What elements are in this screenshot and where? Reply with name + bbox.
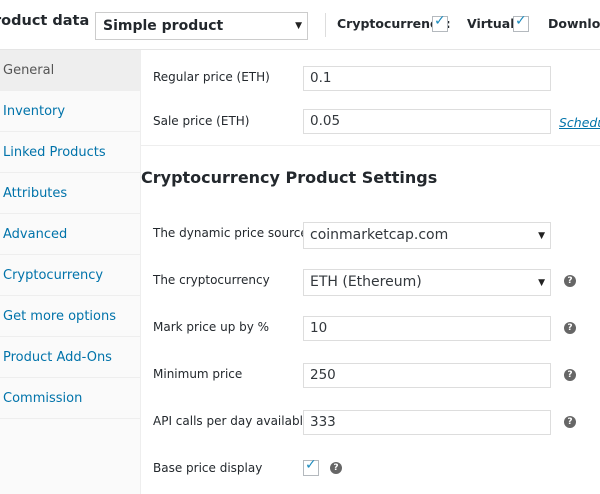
product-type-select[interactable]: Simple product ▼ [95,12,308,40]
tab-attributes[interactable]: Attributes [0,173,140,214]
tab-cryptocurrency[interactable]: Cryptocurrency [0,255,140,296]
tab-linked-products[interactable]: Linked Products [0,132,140,173]
api-calls-label: API calls per day available [153,414,311,428]
crypto-settings-heading: Cryptocurrency Product Settings [141,168,438,187]
header-separator [325,13,326,37]
help-icon[interactable]: ? [564,322,576,334]
cryptocurrency-checkbox[interactable]: ✓ [432,13,448,32]
base-price-display-label: Base price display [153,461,263,475]
tab-commission[interactable]: Commission [0,378,140,419]
cryptocurrency-select[interactable]: ETH (Ethereum) ▼ [303,269,551,296]
dynamic-price-source-select[interactable]: coinmarketcap.com ▼ [303,222,551,249]
regular-price-label: Regular price (ETH) [153,70,270,84]
tab-inventory[interactable]: Inventory [0,91,140,132]
virtual-checkbox[interactable]: ✓ [513,13,529,32]
section-divider [141,145,600,146]
checkmark-icon: ✓ [515,13,527,29]
mark-up-input[interactable]: 10 [303,316,551,341]
product-type-value: Simple product [103,18,224,34]
chevron-down-icon: ▼ [538,278,545,288]
tab-product-add-ons[interactable]: Product Add-Ons [0,337,140,378]
schedule-link[interactable]: Schedu [559,115,600,130]
cryptocurrency-value: ETH (Ethereum) [310,274,422,290]
sale-price-input[interactable]: 0.05 [303,109,551,134]
api-calls-input[interactable]: 333 [303,410,551,435]
tab-general[interactable]: General [0,50,140,91]
virtual-option-label: Virtual: [467,16,520,31]
checkmark-icon: ✓ [434,13,446,29]
sale-price-label: Sale price (ETH) [153,114,250,128]
tab-advanced[interactable]: Advanced [0,214,140,255]
minimum-price-input[interactable]: 250 [303,363,551,388]
mark-up-label: Mark price up by % [153,320,270,334]
cryptocurrency-label: The cryptocurrency [153,273,270,287]
chevron-down-icon: ▼ [295,21,302,31]
base-price-display-checkbox[interactable]: ✓ [303,457,319,476]
product-data-title: roduct data — [0,13,109,29]
downloadable-option-label[interactable]: Download [548,16,600,31]
checkmark-icon: ✓ [305,457,317,473]
product-data-tabs: General Inventory Linked Products Attrib… [0,50,141,494]
help-icon[interactable]: ? [564,369,576,381]
help-icon[interactable]: ? [564,275,576,287]
product-data-header: roduct data — Simple product ▼ Cryptocur… [0,0,600,50]
dynamic-price-source-label: The dynamic price source [153,226,308,240]
chevron-down-icon: ▼ [538,231,545,241]
help-icon[interactable]: ? [330,462,342,474]
help-icon[interactable]: ? [564,416,576,428]
tab-get-more-options[interactable]: Get more options [0,296,140,337]
regular-price-input[interactable]: 0.1 [303,66,551,91]
dynamic-price-source-value: coinmarketcap.com [310,227,449,243]
minimum-price-label: Minimum price [153,367,243,381]
